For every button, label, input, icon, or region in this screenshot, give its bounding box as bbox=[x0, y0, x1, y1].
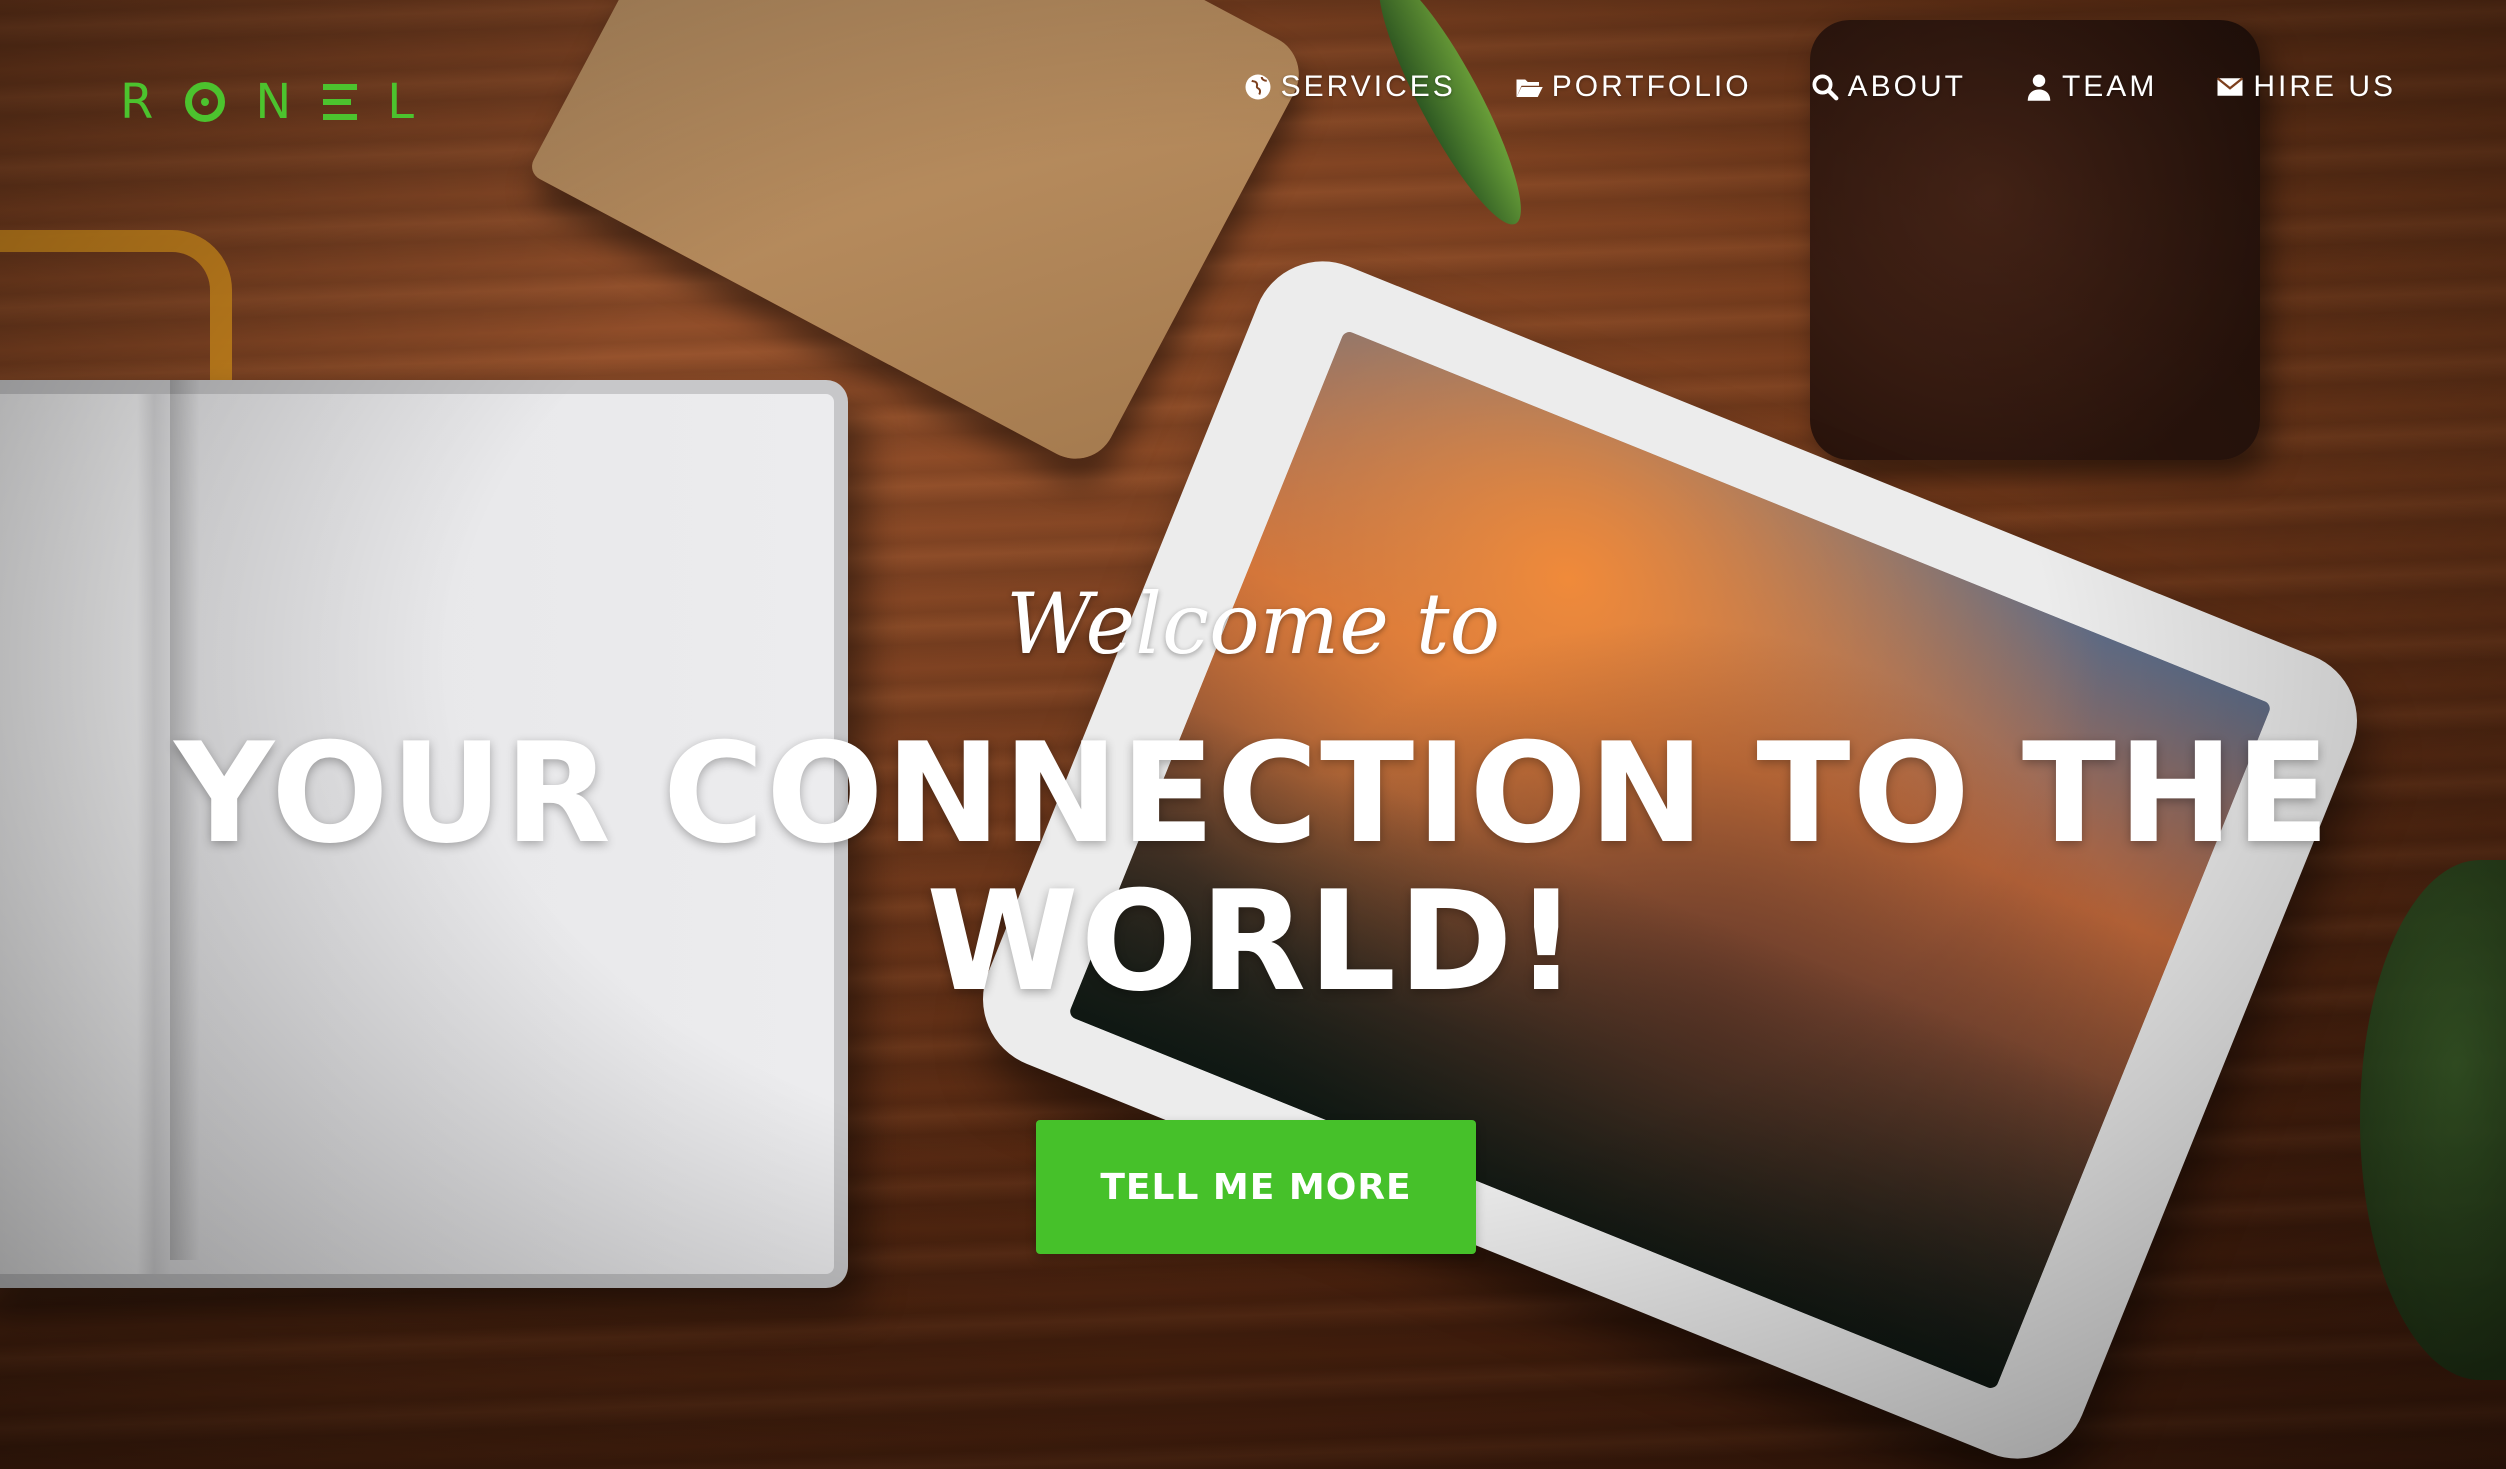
logo-o-mark bbox=[185, 82, 226, 122]
nav-label-services: SERVICES bbox=[1280, 70, 1456, 103]
envelope-icon bbox=[2217, 77, 2244, 96]
logo-letter-n: N bbox=[255, 74, 294, 130]
navbar: R N L SERVICES PORTFOLIO ABOUT TEAM HIRE… bbox=[0, 0, 2506, 180]
nav-label-team: TEAM bbox=[2061, 70, 2158, 103]
nav-item-services[interactable]: SERVICES bbox=[1243, 70, 1456, 104]
hero-welcome-text: Welcome to bbox=[1005, 575, 1501, 673]
tell-me-more-button[interactable]: TELL ME MORE bbox=[1036, 1120, 1476, 1254]
nav-item-hire-us[interactable]: HIRE US bbox=[2215, 70, 2396, 104]
nav-item-team[interactable]: TEAM bbox=[2024, 70, 2157, 104]
nav-label-about: ABOUT bbox=[1847, 70, 1966, 103]
logo-letter-l: L bbox=[387, 74, 417, 130]
hero-section: R N L SERVICES PORTFOLIO ABOUT TEAM HIRE… bbox=[0, 0, 2506, 1469]
nav-label-hire-us: HIRE US bbox=[2253, 70, 2396, 103]
logo-letter-r: R bbox=[120, 74, 156, 130]
nav-item-about[interactable]: ABOUT bbox=[1810, 70, 1966, 104]
logo[interactable]: R N L bbox=[120, 72, 416, 132]
main-nav: SERVICES PORTFOLIO ABOUT TEAM HIRE US bbox=[1243, 70, 2396, 104]
folder-open-icon bbox=[1516, 79, 1543, 97]
hero-headline: YOUR CONNECTION TO THE WORLD! bbox=[174, 713, 2332, 1022]
nav-item-portfolio[interactable]: PORTFOLIO bbox=[1514, 70, 1752, 104]
globe-icon bbox=[1245, 74, 1271, 100]
search-icon bbox=[1812, 74, 1839, 101]
logo-e-mark bbox=[323, 84, 358, 120]
nav-label-portfolio: PORTFOLIO bbox=[1551, 70, 1752, 103]
user-icon bbox=[2027, 74, 2051, 101]
